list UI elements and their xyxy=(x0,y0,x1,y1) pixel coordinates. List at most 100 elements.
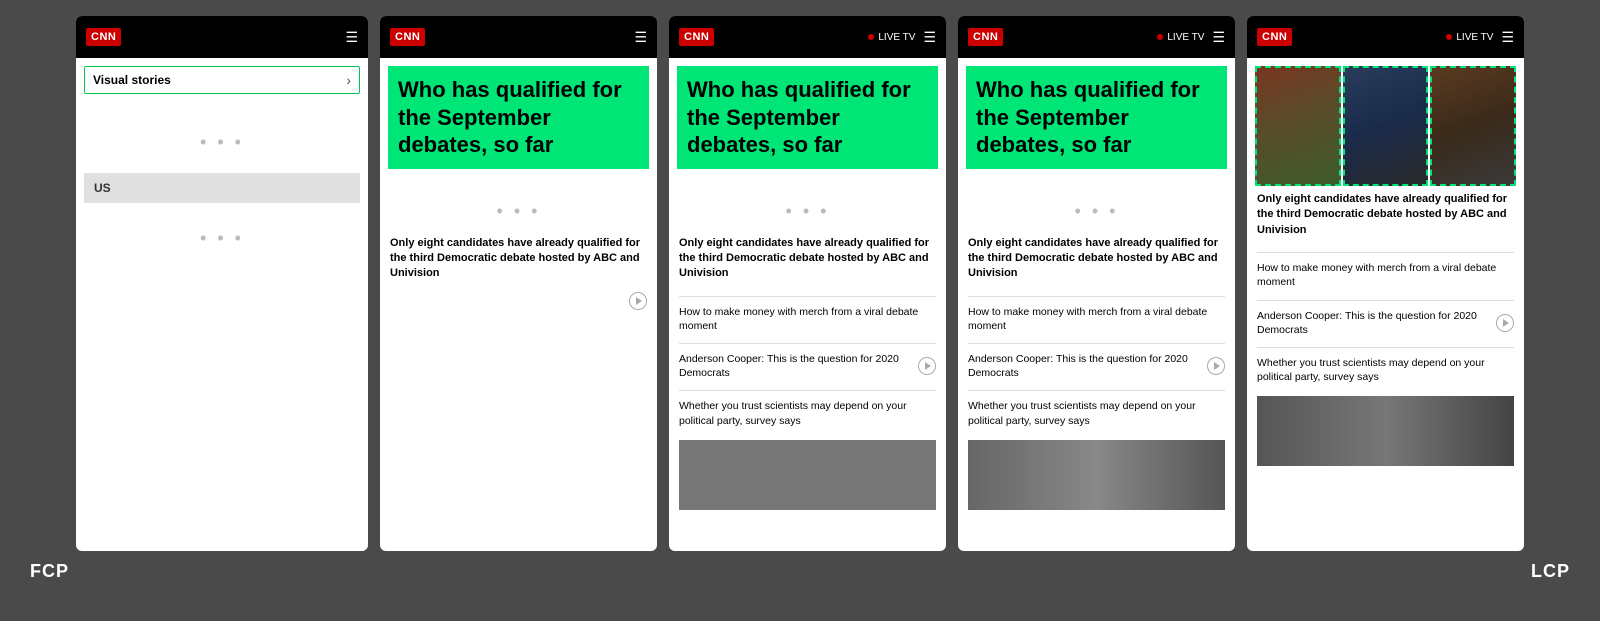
lcp-border-1 xyxy=(1255,66,1341,186)
cnn-header-4: CNN LIVE TV ☰ xyxy=(958,16,1235,58)
phone-3: CNN LIVE TV ☰ Who has qualified for the … xyxy=(669,16,946,551)
header-right-5: LIVE TV ☰ xyxy=(1446,29,1514,46)
sub-article-text-3-2: Anderson Cooper: This is the question fo… xyxy=(679,352,914,380)
header-right-4: LIVE TV ☰ xyxy=(1157,29,1225,46)
play-circle-3[interactable] xyxy=(918,357,936,375)
phone1-content: Visual stories › • • • US • • • xyxy=(76,58,368,551)
divider-3c xyxy=(679,390,936,391)
hamburger-icon-4[interactable]: ☰ xyxy=(1212,29,1225,46)
bottom-image-3 xyxy=(679,440,936,510)
sub-article-text-4-2: Anderson Cooper: This is the question fo… xyxy=(968,352,1203,380)
phone5-content: Only eight candidates have already quali… xyxy=(1247,58,1524,551)
loading-dots-1: • • • xyxy=(76,102,368,173)
article-area-2: • • • Only eight candidates have already… xyxy=(380,177,657,552)
headline-box-4: Who has qualified for the September deba… xyxy=(966,66,1227,169)
candidate-image-3 xyxy=(1430,66,1516,186)
main-article-4: Only eight candidates have already quali… xyxy=(968,236,1225,282)
divider-4c xyxy=(968,390,1225,391)
lcp-label: LCP xyxy=(1531,561,1570,582)
sub-article-2-play xyxy=(390,292,647,310)
divider-3a xyxy=(679,296,936,297)
header-right-3: LIVE TV ☰ xyxy=(868,29,936,46)
visual-stories-label: Visual stories xyxy=(93,73,171,87)
cnn-logo-2: CNN xyxy=(390,28,425,46)
sub-article-5-1: How to make money with merch from a vira… xyxy=(1257,261,1514,289)
phone-fcp: CNN ☰ Visual stories › • • • US • • • xyxy=(76,16,368,551)
article-dots-4: • • • xyxy=(968,183,1225,232)
divider-3b xyxy=(679,343,936,344)
divider-5c xyxy=(1257,347,1514,348)
play-triangle-4 xyxy=(1214,362,1220,370)
phone-lcp: CNN LIVE TV ☰ xyxy=(1247,16,1524,551)
main-article-3: Only eight candidates have already quali… xyxy=(679,236,936,282)
play-triangle-2 xyxy=(636,297,642,305)
divider-4b xyxy=(968,343,1225,344)
candidate-image-2 xyxy=(1343,66,1429,186)
hamburger-icon-2[interactable]: ☰ xyxy=(634,29,647,46)
article-area-5: Only eight candidates have already quali… xyxy=(1247,190,1524,551)
sub-article-text-5-2: Anderson Cooper: This is the question fo… xyxy=(1257,309,1492,337)
play-circle-4[interactable] xyxy=(1207,357,1225,375)
hamburger-icon-1[interactable]: ☰ xyxy=(345,29,358,46)
phone4-content: Who has qualified for the September deba… xyxy=(958,58,1235,551)
headline-box-3: Who has qualified for the September deba… xyxy=(677,66,938,169)
article-area-3: • • • Only eight candidates have already… xyxy=(669,177,946,552)
sub-article-3-3: Whether you trust scientists may depend … xyxy=(679,399,936,427)
main-article-2: Only eight candidates have already quali… xyxy=(390,236,647,282)
cnn-logo-4: CNN xyxy=(968,28,1003,46)
lcp-border-2 xyxy=(1343,66,1429,186)
loading-dots-2: • • • xyxy=(76,203,368,274)
article-area-4: • • • Only eight candidates have already… xyxy=(958,177,1235,552)
divider-5a xyxy=(1257,252,1514,253)
hamburger-icon-5[interactable]: ☰ xyxy=(1501,29,1514,46)
play-circle-5[interactable] xyxy=(1496,314,1514,332)
headline-title-3: Who has qualified for the September deba… xyxy=(687,76,928,159)
chevron-right-icon: › xyxy=(346,72,351,88)
sub-article-5-2: Anderson Cooper: This is the question fo… xyxy=(1257,309,1514,337)
cnn-logo-3: CNN xyxy=(679,28,714,46)
visual-stories-bar[interactable]: Visual stories › xyxy=(84,66,360,94)
cnn-logo-1: CNN xyxy=(86,28,121,46)
live-dot-4 xyxy=(1157,34,1163,40)
phone-4: CNN LIVE TV ☰ Who has qualified for the … xyxy=(958,16,1235,551)
bottom-image-4 xyxy=(968,440,1225,510)
phone-2: CNN ☰ Who has qualified for the Septembe… xyxy=(380,16,657,551)
play-circle-2[interactable] xyxy=(629,292,647,310)
bottom-image-5 xyxy=(1257,396,1514,466)
headline-title-4: Who has qualified for the September deba… xyxy=(976,76,1217,159)
live-dot-3 xyxy=(868,34,874,40)
phone2-content: Who has qualified for the September deba… xyxy=(380,58,657,551)
fcp-label: FCP xyxy=(30,561,69,582)
cnn-header-1: CNN ☰ xyxy=(76,16,368,58)
headline-box-2: Who has qualified for the September deba… xyxy=(388,66,649,169)
cnn-header-2: CNN ☰ xyxy=(380,16,657,58)
divider-4a xyxy=(968,296,1225,297)
live-dot-5 xyxy=(1446,34,1452,40)
sub-article-4-3: Whether you trust scientists may depend … xyxy=(968,399,1225,427)
screenshots-row: CNN ☰ Visual stories › • • • US • • • CN… xyxy=(0,0,1600,551)
sub-article-3-2: Anderson Cooper: This is the question fo… xyxy=(679,352,936,380)
divider-5b xyxy=(1257,300,1514,301)
hamburger-icon-3[interactable]: ☰ xyxy=(923,29,936,46)
sub-article-text-3-3: Whether you trust scientists may depend … xyxy=(679,399,936,427)
article-dots-3: • • • xyxy=(679,183,936,232)
sub-article-text-4-1: How to make money with merch from a vira… xyxy=(968,305,1225,333)
sub-article-text-5-3: Whether you trust scientists may depend … xyxy=(1257,356,1514,384)
candidates-image xyxy=(1255,66,1516,186)
play-triangle-3 xyxy=(925,362,931,370)
cnn-logo-5: CNN xyxy=(1257,28,1292,46)
live-tv-label-5: LIVE TV xyxy=(1446,32,1493,43)
sub-article-3-1: How to make money with merch from a vira… xyxy=(679,305,936,333)
sub-article-text-5-1: How to make money with merch from a vira… xyxy=(1257,261,1514,289)
sub-article-5-3: Whether you trust scientists may depend … xyxy=(1257,356,1514,384)
cnn-header-3: CNN LIVE TV ☰ xyxy=(669,16,946,58)
lcp-border-3 xyxy=(1430,66,1516,186)
us-section: US xyxy=(84,173,360,203)
live-tv-label-3: LIVE TV xyxy=(868,32,915,43)
live-tv-label-4: LIVE TV xyxy=(1157,32,1204,43)
sub-article-4-1: How to make money with merch from a vira… xyxy=(968,305,1225,333)
sub-article-4-2: Anderson Cooper: This is the question fo… xyxy=(968,352,1225,380)
headline-title-2: Who has qualified for the September deba… xyxy=(398,76,639,159)
labels-row: FCP LCP xyxy=(0,553,1600,594)
cnn-header-5: CNN LIVE TV ☰ xyxy=(1247,16,1524,58)
